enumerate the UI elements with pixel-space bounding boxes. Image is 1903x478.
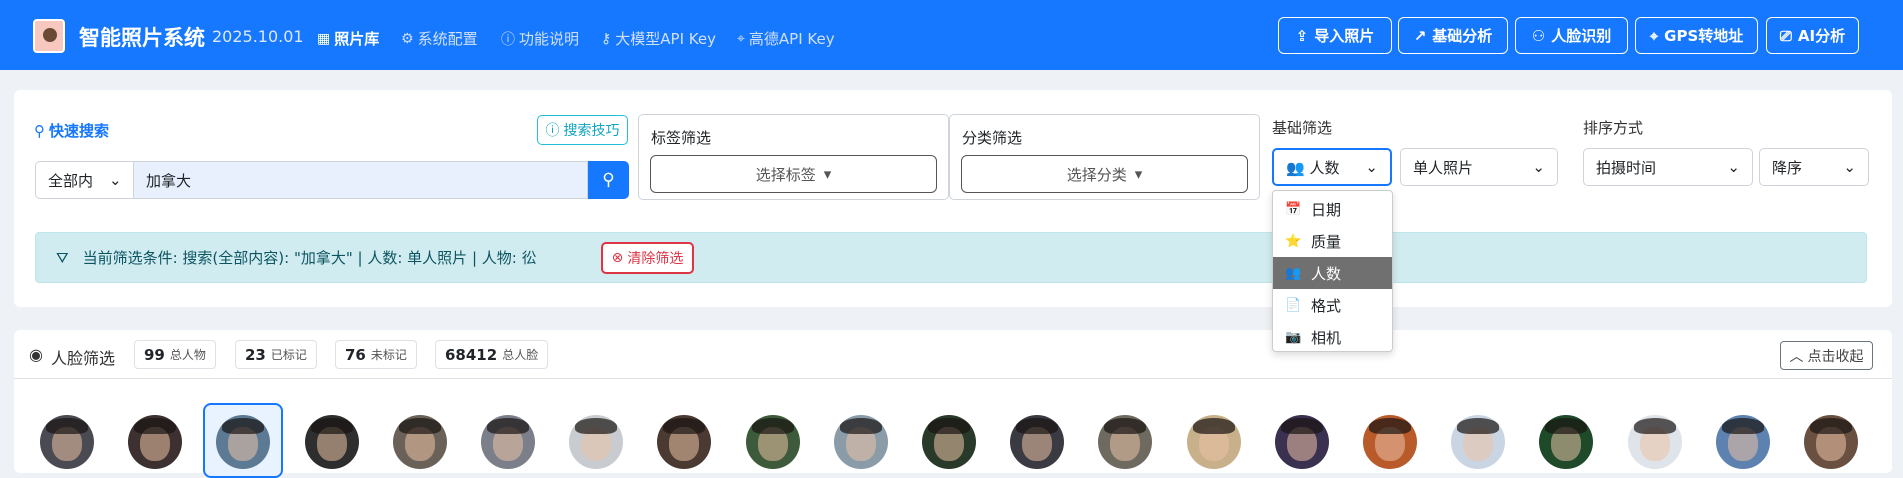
face-thumbnail[interactable] xyxy=(657,415,712,469)
face-thumbnail[interactable] xyxy=(1539,415,1594,469)
nav-llm-api-key[interactable]: ⚷ 大模型API Key xyxy=(601,28,716,49)
menu-item-date[interactable]: 📅 日期 xyxy=(1273,193,1392,225)
key-icon: ⚷ xyxy=(601,30,612,47)
stat-marked: 23 已标记 xyxy=(235,340,317,369)
search-input[interactable]: 加拿大 xyxy=(134,161,588,199)
gps-to-address-button[interactable]: ⌖ GPS转地址 xyxy=(1635,17,1758,54)
gear-icon: ⚙ xyxy=(401,30,414,47)
stat-total-persons: 99 总人物 xyxy=(134,340,216,369)
face-thumbnail[interactable] xyxy=(745,415,800,469)
question-icon: ⓘ xyxy=(545,123,560,139)
chevron-down-icon: ⌄ xyxy=(109,171,122,189)
chevron-down-icon: ⌄ xyxy=(1365,158,1378,176)
category-filter-box: 分类筛选 选择分类 ▾ xyxy=(949,114,1260,200)
chevron-down-icon: ⌄ xyxy=(1532,158,1545,176)
face-thumbnail[interactable] xyxy=(1186,415,1241,469)
chevron-up-icon: ︿ xyxy=(1789,348,1804,365)
top-navbar: 智能照片系统 2025.10.01 ▦ 照片库 ⚙ 系统配置 ⓘ 功能说明 ⚷ 大模型A… xyxy=(0,0,1903,70)
chart-icon: ↗ xyxy=(1413,26,1427,45)
face-thumbnail[interactable] xyxy=(569,415,624,469)
caret-down-icon: ▾ xyxy=(823,165,832,183)
current-filter-alert: ⛛ 当前筛选条件: 搜索(全部内容): "加拿大" | 人数: 单人照片 | 人… xyxy=(35,232,1867,283)
search-icon: ⚲ xyxy=(34,121,45,140)
avatar-logo xyxy=(33,19,65,53)
category-filter-title: 分类筛选 xyxy=(962,129,1023,147)
pin-icon: ⌖ xyxy=(1649,26,1659,45)
face-thumbnail[interactable] xyxy=(392,415,447,469)
sort-order-select[interactable]: 降序 ⌄ xyxy=(1759,148,1869,186)
sort-field-select[interactable]: 拍摄时间 ⌄ xyxy=(1583,148,1753,186)
tag-filter-box: 标签筛选 选择标签 ▾ xyxy=(638,114,949,200)
tag-filter-title: 标签筛选 xyxy=(651,129,712,147)
robot-icon: ⎚ xyxy=(1779,26,1792,45)
face-thumbnail[interactable] xyxy=(1363,415,1417,469)
upload-icon: ⇪ xyxy=(1295,26,1309,45)
tag-select[interactable]: 选择标签 ▾ xyxy=(650,155,937,193)
grid-icon: ▦ xyxy=(317,30,331,47)
search-button[interactable]: ⚲ xyxy=(588,161,629,199)
collapse-button[interactable]: ︿ 点击收起 xyxy=(1780,341,1873,370)
current-filter-text: 当前筛选条件: 搜索(全部内容): "加拿大" | 人数: 单人照片 | 人物:… xyxy=(82,249,537,267)
user-circle-icon: ◉ xyxy=(29,345,43,364)
document-icon: 📄 xyxy=(1285,297,1302,313)
menu-item-people-count[interactable]: 👥 人数 xyxy=(1273,257,1392,289)
info-icon: ⓘ xyxy=(501,31,515,48)
stat-unmarked: 76 未标记 xyxy=(335,340,417,369)
search-icon: ⚲ xyxy=(602,170,615,190)
face-filter-title: ◉ 人脸筛选 xyxy=(29,345,115,368)
ai-analysis-button[interactable]: ⎚ AI分析 xyxy=(1766,17,1859,54)
face-recognition-button[interactable]: ⚇ 人脸识别 xyxy=(1515,17,1628,54)
search-scope-select[interactable]: 全部内 ⌄ xyxy=(35,161,134,199)
close-circle-icon: ⊗ xyxy=(611,250,624,266)
face-thumbnail[interactable] xyxy=(481,415,535,469)
chevron-down-icon: ⌄ xyxy=(1843,158,1856,176)
basic-filter-title: 基础筛选 xyxy=(1272,119,1333,137)
star-icon: ⭐ xyxy=(1285,233,1302,249)
face-thumbnail[interactable] xyxy=(304,415,359,469)
menu-item-quality[interactable]: ⭐ 质量 xyxy=(1273,225,1392,257)
face-thumbnail[interactable] xyxy=(216,415,271,469)
face-thumbnail[interactable] xyxy=(1098,415,1153,469)
people-icon: ⚇ xyxy=(1531,26,1546,45)
menu-item-format[interactable]: 📄 格式 xyxy=(1273,289,1392,321)
people-icon: 👥 xyxy=(1285,265,1302,281)
app-title: 智能照片系统 xyxy=(79,26,205,50)
basic-filter-type-select[interactable]: 👥 人数 ⌄ xyxy=(1272,148,1392,186)
face-thumbnail[interactable] xyxy=(1451,415,1506,469)
nav-photo-library[interactable]: ▦ 照片库 xyxy=(317,28,379,49)
people-icon: 👥 xyxy=(1286,158,1310,177)
face-thumbnail[interactable] xyxy=(40,415,94,469)
basic-filter-dropdown-menu: 📅 日期 ⭐ 质量 👥 人数 📄 格式 📷 相机 xyxy=(1272,190,1393,352)
search-tips-button[interactable]: ⓘ 搜索技巧 xyxy=(537,115,628,145)
face-thumbnail[interactable] xyxy=(1715,415,1770,469)
face-thumbnail[interactable] xyxy=(1627,415,1682,469)
basic-analysis-button[interactable]: ↗ 基础分析 xyxy=(1398,17,1508,54)
face-thumbnail[interactable] xyxy=(922,415,976,469)
calendar-icon: 📅 xyxy=(1285,201,1302,217)
version-label: 2025.10.01 xyxy=(212,27,304,46)
nav-system-config[interactable]: ⚙ 系统配置 xyxy=(401,28,478,49)
camera-icon: 📷 xyxy=(1285,329,1302,345)
divider xyxy=(14,378,1892,379)
category-select[interactable]: 选择分类 ▾ xyxy=(961,155,1248,193)
face-thumbnail[interactable] xyxy=(1804,415,1858,469)
face-thumbnail[interactable] xyxy=(128,415,183,469)
face-thumbnail[interactable] xyxy=(1010,415,1065,469)
basic-filter-value-select[interactable]: 单人照片 ⌄ xyxy=(1400,148,1558,186)
clear-filter-button[interactable]: ⊗ 清除筛选 xyxy=(601,242,694,274)
menu-item-camera[interactable]: 📷 相机 xyxy=(1273,321,1392,353)
face-thumbnail[interactable] xyxy=(1274,415,1329,469)
sort-title: 排序方式 xyxy=(1583,119,1644,137)
quick-search-title: ⚲ 快速搜索 xyxy=(34,121,110,141)
nav-feature-help[interactable]: ⓘ 功能说明 xyxy=(501,28,579,49)
stat-total-faces: 68412 总人脸 xyxy=(435,340,549,369)
face-thumbnail[interactable] xyxy=(833,415,888,469)
filter-icon: ⛛ xyxy=(56,248,69,267)
chevron-down-icon: ⌄ xyxy=(1727,158,1740,176)
nav-amap-api-key[interactable]: ⌖ 高德API Key xyxy=(737,28,835,49)
import-photos-button[interactable]: ⇪ 导入照片 xyxy=(1278,17,1392,54)
caret-down-icon: ▾ xyxy=(1134,165,1143,183)
pin-icon: ⌖ xyxy=(737,30,745,47)
